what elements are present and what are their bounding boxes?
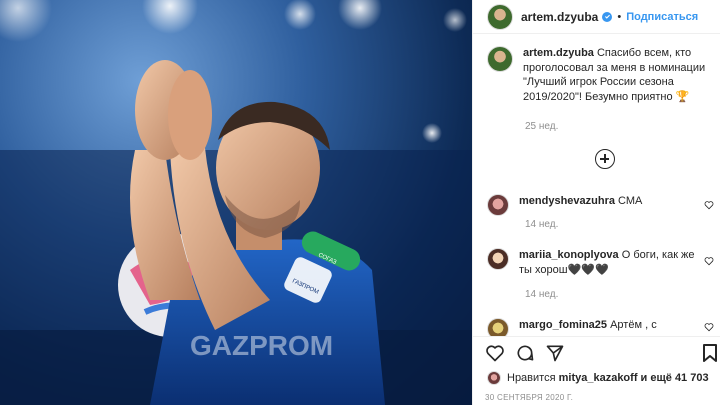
likes-prefix: Нравится — [507, 372, 556, 384]
caption: artem.dzyuba Спасибо всем, кто проголосо… — [487, 46, 719, 104]
liker-avatar[interactable] — [487, 371, 501, 385]
caption-username[interactable]: artem.dzyuba — [523, 47, 594, 59]
author-avatar[interactable] — [487, 3, 513, 30]
comment-item: mendyshevazuhra СМА — [487, 194, 719, 216]
footballer-photo: GAZPROM СОГАЗ ГАЗПРОМ — [0, 0, 472, 405]
author-username[interactable]: artem.dzyuba — [521, 10, 598, 24]
comment-like-heart-icon[interactable] — [704, 256, 714, 266]
post-photo[interactable]: GAZPROM СОГАЗ ГАЗПРОМ — [0, 0, 472, 405]
comment-username[interactable]: margo_fomina25 — [519, 319, 607, 331]
heart-icon[interactable] — [485, 343, 505, 363]
comment-username[interactable]: mariia_konoplyova — [519, 249, 619, 261]
caption-time: 25 нед. — [525, 121, 559, 132]
comment-icon[interactable] — [515, 343, 535, 363]
separator-dot: • — [617, 10, 622, 23]
post-sidebar: artem.dzyuba • Подписаться artem.dzyuba … — [472, 0, 720, 405]
post-header: artem.dzyuba • Подписаться — [473, 0, 720, 34]
bookmark-icon[interactable] — [701, 343, 719, 363]
add-comment-icon[interactable] — [595, 149, 615, 169]
post-actions: Нравится mitya_kazakoff и ещё 41 703 30 … — [473, 336, 720, 405]
likes-text: Нравится mitya_kazakoff и ещё 41 703 — [507, 372, 709, 384]
comment-text-block: mariia_konoplyova О боги, как же ты хоро… — [519, 248, 699, 277]
comment-time: 14 нед. — [525, 219, 559, 230]
comment-text: Артём , с — [610, 319, 657, 331]
comment-text: СМА — [618, 195, 643, 207]
comment-like-heart-icon[interactable] — [704, 200, 714, 210]
caption-avatar[interactable] — [487, 46, 513, 72]
comment-item: mariia_konoplyova О боги, как же ты хоро… — [487, 248, 719, 277]
comment-time: 14 нед. — [525, 289, 559, 300]
follow-button[interactable]: Подписаться — [626, 11, 698, 23]
jersey-sponsor-text: GAZPROM — [190, 330, 333, 361]
likes-line: Нравится mitya_kazakoff и ещё 41 703 — [487, 371, 709, 385]
comment-like-heart-icon[interactable] — [704, 322, 714, 332]
comment-text-block: mendyshevazuhra СМА — [519, 194, 699, 216]
share-icon[interactable] — [545, 343, 565, 363]
comment-avatar[interactable] — [487, 194, 509, 216]
liker-username[interactable]: mitya_kazakoff — [559, 372, 638, 384]
action-icons — [485, 343, 565, 363]
verified-icon — [602, 11, 613, 22]
post-date: 30 СЕНТЯБРЯ 2020 Г. — [485, 393, 574, 402]
comment-avatar[interactable] — [487, 248, 509, 270]
caption-text-block: artem.dzyuba Спасибо всем, кто проголосо… — [523, 46, 719, 104]
likes-count[interactable]: и ещё 41 703 — [641, 372, 709, 384]
comment-username[interactable]: mendyshevazuhra — [519, 195, 615, 207]
